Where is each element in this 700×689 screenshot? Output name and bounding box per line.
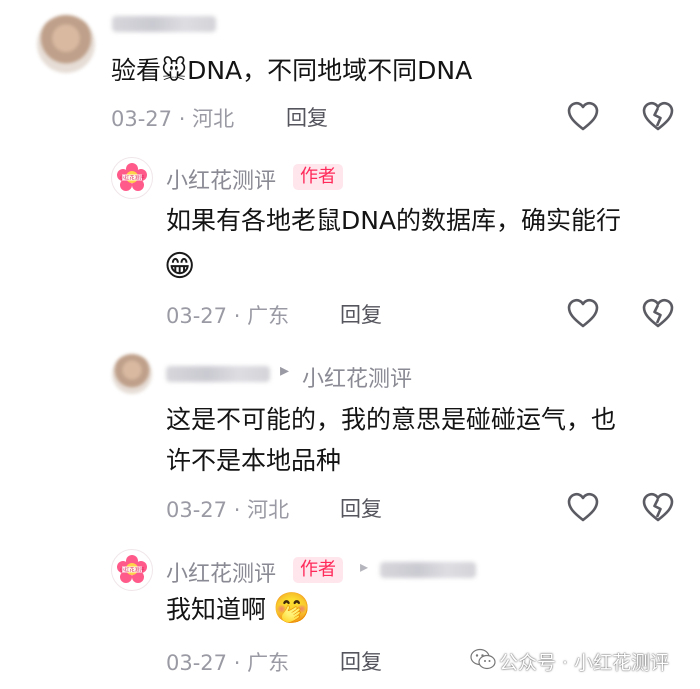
comment-date: 03-27 [166, 498, 228, 522]
comment-meta: 03-27 · 河北 [111, 103, 234, 133]
meta-separator: · [233, 304, 241, 328]
username-blurred[interactable] [112, 16, 216, 32]
comment-text: 许不是本地品种 [166, 446, 342, 475]
reply-button[interactable]: 回复 [340, 646, 382, 676]
comment-date: 03-27 [166, 304, 228, 328]
username-blurred[interactable] [380, 562, 476, 578]
avatar-logo-text: 小红花测评 [119, 175, 144, 182]
meta-separator: · [233, 651, 241, 675]
comment-text: 这是不可能的，我的意思是碰碰运气，也 [166, 405, 617, 434]
comment-location: 广东 [247, 304, 290, 328]
comment-text: 如果有各地老鼠DNA的数据库，确实能行 [166, 206, 622, 235]
like-heart-icon[interactable] [566, 100, 600, 132]
reply-button[interactable]: 回复 [340, 299, 382, 329]
author-badge: 作者 [293, 557, 343, 583]
reply-to-name[interactable]: 小红花测评 [302, 361, 412, 393]
comment-text: 验看🐭DNA，不同地域不同DNA [111, 56, 473, 85]
wechat-logo-icon [470, 648, 496, 674]
reply-button[interactable]: 回复 [286, 102, 328, 132]
like-heart-icon[interactable] [566, 491, 600, 523]
author-avatar[interactable]: 小红花测评 [111, 157, 153, 199]
avatar[interactable] [112, 354, 152, 394]
dislike-broken-heart-icon[interactable] [641, 100, 675, 132]
author-name[interactable]: 小红花测评 [166, 163, 276, 195]
author-badge: 作者 [293, 164, 343, 190]
author-avatar[interactable]: 小红花测评 [111, 549, 153, 591]
like-heart-icon[interactable] [566, 297, 600, 329]
reply-button[interactable]: 回复 [340, 493, 382, 523]
comment-date: 03-27 [111, 107, 173, 131]
grin-emoji-icon: 😁 [164, 249, 196, 284]
comment-meta: 03-27 · 河北 [166, 494, 289, 524]
comment-date: 03-27 [166, 651, 228, 675]
comment-meta: 03-27 · 广东 [166, 647, 289, 677]
watermark-text: 公众号 · 小红花测评 [499, 652, 670, 674]
comment-location: 河北 [192, 107, 235, 131]
avatar-logo-text: 小红花测评 [119, 567, 144, 574]
comment-location: 广东 [247, 651, 290, 675]
avatar[interactable] [37, 15, 95, 73]
username-blurred[interactable] [166, 366, 270, 382]
meta-separator: · [233, 498, 241, 522]
meta-separator: · [178, 107, 186, 131]
dislike-broken-heart-icon[interactable] [641, 491, 675, 523]
comment-text: 我知道啊 [166, 595, 267, 624]
dislike-broken-heart-icon[interactable] [641, 297, 675, 329]
reply-arrow-icon: ▸ [360, 557, 369, 576]
hand-over-mouth-emoji-icon: 🤭 [273, 591, 311, 626]
author-name[interactable]: 小红花测评 [166, 556, 276, 588]
reply-arrow-icon: ▸ [280, 360, 290, 381]
comment-location: 河北 [247, 498, 290, 522]
comment-meta: 03-27 · 广东 [166, 300, 289, 330]
